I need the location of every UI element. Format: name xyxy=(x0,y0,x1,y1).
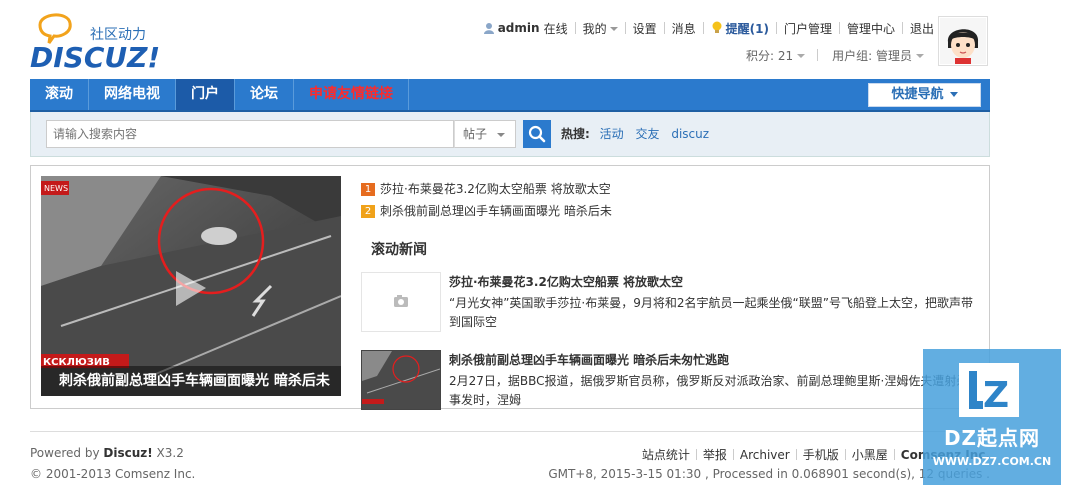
search-button[interactable] xyxy=(523,120,551,148)
rank-badge: 1 xyxy=(361,182,375,196)
top-news-list: 1 莎拉·布莱曼花3.2亿购太空船票 将放歌太空 2 刺杀俄前副总理凶手车辆画面… xyxy=(361,178,961,222)
list-item[interactable]: 1 莎拉·布莱曼花3.2亿购太空船票 将放歌太空 xyxy=(361,178,961,200)
watermark-cn: DZ起点网 xyxy=(943,426,1041,450)
news-item: 莎拉·布莱曼花3.2亿购太空船票 将放歌太空 “月光女神”英国歌手莎拉·布莱曼，… xyxy=(361,272,981,332)
messages-link[interactable]: 消息 xyxy=(672,20,696,37)
discuz-link[interactable]: Discuz! xyxy=(103,446,152,460)
user-stats: 积分: 21 用户组: 管理员 xyxy=(746,46,924,64)
section-title: 滚动新闻 xyxy=(371,242,427,258)
svg-text:NEWS: NEWS xyxy=(44,184,68,193)
watermark-logo: Z xyxy=(959,363,1019,417)
footer-divider xyxy=(30,431,990,432)
slide-image: NEWS КСКЛЮЗИВ xyxy=(41,176,341,396)
footer-link-report[interactable]: 举报 xyxy=(703,446,727,463)
chevron-down-icon xyxy=(797,54,806,58)
top-news-title[interactable]: 莎拉·布莱曼花3.2亿购太空船票 将放歌太空 xyxy=(380,178,611,200)
copyright: © 2001-2013 Comsenz Inc. xyxy=(30,467,196,481)
my-menu[interactable]: 我的 xyxy=(583,20,618,37)
hot-tag[interactable]: 交友 xyxy=(635,127,659,141)
camera-icon xyxy=(394,295,408,307)
news-title[interactable]: 刺杀俄前副总理凶手车辆画面曝光 暗杀后未匆忙逃跑 xyxy=(449,351,729,368)
usergroup-menu[interactable]: 用户组: 管理员 xyxy=(832,47,924,64)
news-thumbnail[interactable] xyxy=(361,350,441,410)
search-input[interactable] xyxy=(46,120,454,148)
search-type-select[interactable]: 帖子 xyxy=(454,120,516,148)
watermark-url: WWW.DZ7.COM.CN xyxy=(932,455,1052,468)
list-item[interactable]: 2 刺杀俄前副总理凶手车辆画面曝光 暗杀后未 xyxy=(361,200,961,222)
top-news-title[interactable]: 刺杀俄前副总理凶手车辆画面曝光 暗杀后未 xyxy=(380,200,612,222)
nav-item-scroll[interactable]: 滚动 xyxy=(30,79,89,110)
hot-search: 热搜: 活动 交友 discuz xyxy=(561,120,717,148)
slide-caption[interactable]: 刺杀俄前副总理凶手车辆画面曝光 暗杀后未 xyxy=(41,366,341,396)
chevron-down-icon xyxy=(497,133,505,137)
footer-link-archiver[interactable]: Archiver xyxy=(740,448,790,462)
hot-tag[interactable]: discuz xyxy=(671,127,709,141)
site-logo[interactable]: 社区动力 DISCUZ! xyxy=(30,5,190,71)
hot-search-label: 热搜: xyxy=(561,127,590,141)
search-icon xyxy=(528,125,546,143)
lightbulb-icon xyxy=(712,21,722,33)
logout-link[interactable]: 退出 xyxy=(910,20,934,37)
search-bar: 帖子 热搜: 活动 交友 discuz xyxy=(30,112,990,157)
admin-center-link[interactable]: 管理中心 xyxy=(847,20,895,37)
news-summary: “月光女神”英国歌手莎拉·布莱曼，9月将和2名宇航员一起乘坐俄“联盟”号飞船登上… xyxy=(449,296,973,329)
quick-nav-button[interactable]: 快捷导航 xyxy=(868,83,981,107)
footer-link-mobile[interactable]: 手机版 xyxy=(803,446,839,463)
powered-by: Powered by Discuz! X3.2 xyxy=(30,446,184,460)
portal-admin-link[interactable]: 门户管理 xyxy=(784,20,832,37)
nav-item-portal[interactable]: 门户 xyxy=(176,79,235,110)
news-thumbnail[interactable] xyxy=(361,272,441,332)
chevron-down-icon xyxy=(916,54,924,58)
nav-item-forum[interactable]: 论坛 xyxy=(235,79,294,110)
logo-brand: DISCUZ! xyxy=(30,41,160,71)
avatar[interactable] xyxy=(938,16,988,66)
settings-link[interactable]: 设置 xyxy=(633,20,657,37)
news-summary: 2月27日，据BBC报道，据俄罗斯官员称，俄罗斯反对派政治家、前副总理鲍里斯·涅… xyxy=(449,374,981,407)
remind-link[interactable]: 提醒(1) xyxy=(711,20,769,37)
nav-item-apply-link[interactable]: 申请友情链接 xyxy=(294,79,409,110)
credits-menu[interactable]: 积分: 21 xyxy=(746,47,806,64)
news-thumbnail-image xyxy=(362,351,441,409)
svg-text:Z: Z xyxy=(983,375,1009,416)
news-title[interactable]: 莎拉·布莱曼花3.2亿购太空船票 将放歌太空 xyxy=(449,273,683,290)
user-toolbar: admin 在线 我的 设置 消息 提醒(1) 门户管理 管理中心 退出 xyxy=(483,19,934,37)
online-status: 在线 xyxy=(543,21,568,36)
news-item: 刺杀俄前副总理凶手车辆画面曝光 暗杀后未匆忙逃跑 2月27日，据BBC报道，据俄… xyxy=(361,350,981,410)
chevron-down-icon xyxy=(609,27,618,31)
footer-link-blacklist[interactable]: 小黑屋 xyxy=(852,446,888,463)
nav-item-web-tv[interactable]: 网络电视 xyxy=(89,79,176,110)
chevron-down-icon xyxy=(949,92,958,97)
main-nav: 滚动 网络电视 门户 论坛 申请友情链接 快捷导航 xyxy=(30,79,990,112)
slideshow[interactable]: NEWS КСКЛЮЗИВ 刺杀俄前副总理凶手车辆画面曝光 暗杀后未 xyxy=(41,176,341,396)
rank-badge: 2 xyxy=(361,204,375,218)
footer-link-stats[interactable]: 站点统计 xyxy=(642,446,690,463)
watermark: Z DZ起点网 WWW.DZ7.COM.CN xyxy=(923,349,1061,485)
user-icon xyxy=(483,23,494,34)
username-link[interactable]: admin xyxy=(498,21,540,35)
hot-tag[interactable]: 活动 xyxy=(600,127,624,141)
portal-content: NEWS КСКЛЮЗИВ 刺杀俄前副总理凶手车辆画面曝光 暗杀后未 1 莎拉·… xyxy=(30,165,990,410)
